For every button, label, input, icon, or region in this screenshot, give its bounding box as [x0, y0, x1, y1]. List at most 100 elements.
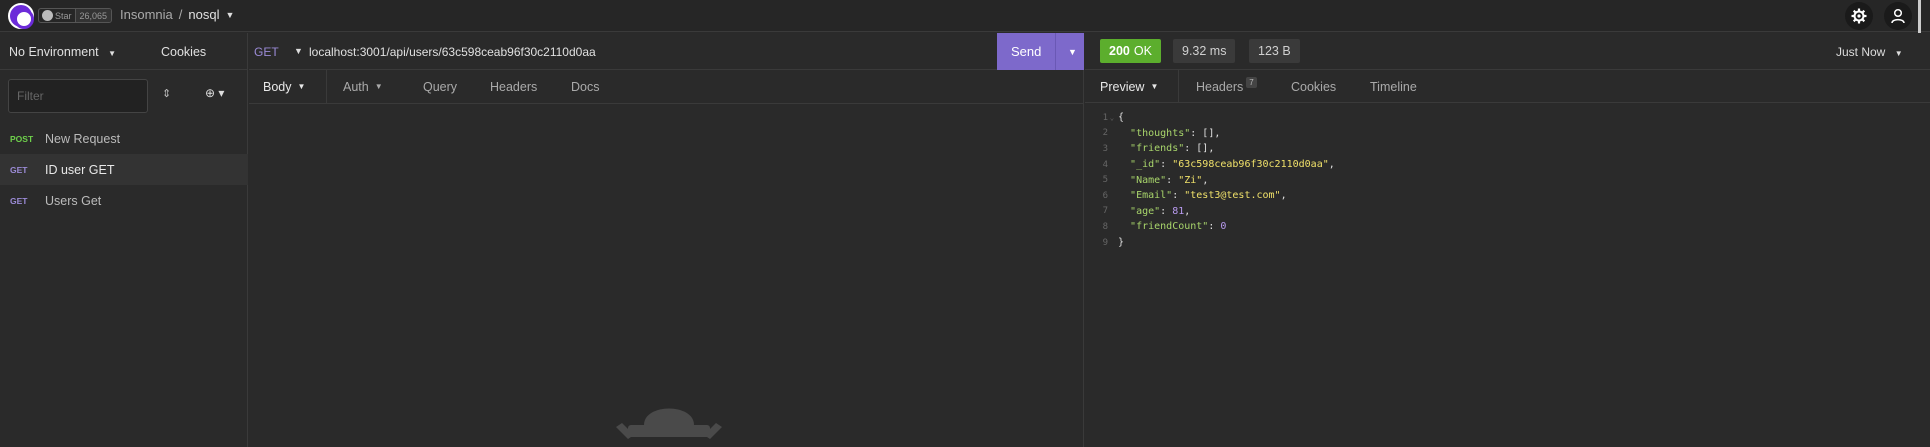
tab-response-cookies[interactable]: Cookies — [1291, 70, 1336, 103]
url-input[interactable]: localhost:3001/api/users/63c598ceab96f30… — [309, 45, 596, 59]
github-star-badge[interactable]: Star 26,065 — [38, 8, 113, 23]
tab-body[interactable]: Body ▼ — [263, 70, 305, 103]
environment-select[interactable]: No Environment ▼ — [9, 45, 116, 59]
code-content: "friends": [], — [1116, 143, 1214, 154]
code-token: 81 — [1172, 205, 1185, 217]
chevron-down-icon: ▼ — [1894, 49, 1903, 58]
cookies-button[interactable]: Cookies — [161, 45, 206, 59]
request-method: GET — [10, 164, 28, 175]
chevron-down-icon: ▼ — [1150, 82, 1159, 91]
account-button[interactable] — [1884, 2, 1912, 30]
empty-body-illustration-icon — [616, 408, 722, 439]
send-button[interactable]: Send ▼ — [997, 33, 1084, 70]
settings-button[interactable] — [1845, 2, 1873, 30]
chevron-down-icon: ▼ — [374, 82, 383, 91]
request-pane: GET ▼ localhost:3001/api/users/63c598cea… — [249, 33, 1084, 447]
tab-label: Auth — [343, 79, 369, 94]
response-body-viewer[interactable]: 1 ⌄{2 "thoughts": [], 3 "friends": [], 4 "_… — [1085, 110, 1930, 250]
code-content: "Email": "test3@test.com", — [1116, 190, 1287, 201]
code-token: : — [1172, 190, 1185, 202]
chevron-down-icon[interactable]: ▼ — [225, 10, 234, 20]
code-token: : [], — [1190, 127, 1221, 139]
method-select[interactable]: GET — [254, 45, 279, 59]
line-number: 5 — [1102, 175, 1108, 186]
headers-count-badge: 7 — [1246, 77, 1257, 88]
code-content: "Name": "Zi", — [1116, 175, 1208, 186]
chevron-down-icon[interactable]: ▼ — [294, 46, 303, 56]
response-tabs: Preview ▼ Headers 7 Cookies Timeline — [1085, 70, 1930, 103]
add-request-button[interactable]: ⊕ ▾ — [205, 86, 224, 100]
line-number: 9 — [1102, 237, 1108, 248]
code-line: 8 "friendCount": 0 — [1085, 219, 1930, 235]
code-token: "Name" — [1130, 174, 1167, 186]
request-name: New Request — [45, 131, 121, 146]
divider — [249, 103, 1084, 104]
tab-query[interactable]: Query — [423, 70, 457, 103]
tab-label: Headers — [490, 79, 538, 94]
code-line: 1 ⌄{ — [1085, 110, 1930, 126]
tab-label: Query — [423, 79, 458, 94]
code-token: 0 — [1220, 221, 1227, 233]
tab-label: Headers — [1196, 79, 1244, 94]
tab-label: Preview — [1100, 79, 1145, 94]
tab-timeline[interactable]: Timeline — [1370, 70, 1417, 103]
tab-response-headers[interactable]: Headers 7 — [1196, 70, 1257, 103]
breadcrumb-current[interactable]: nosql — [188, 7, 219, 22]
request-name: ID user GET — [45, 162, 115, 177]
code-token: { — [1118, 112, 1125, 124]
code-token: : — [1208, 221, 1221, 233]
response-history-select[interactable]: Just Now ▼ — [1836, 45, 1903, 59]
insomnia-app: Star 26,065 Insomnia / nosql ▼ No Enviro… — [0, 0, 1930, 447]
code-token: "Zi" — [1178, 174, 1203, 186]
status-text: OK — [1133, 44, 1152, 58]
request-item[interactable]: GET ID user GET — [0, 154, 248, 185]
code-token: : — [1160, 205, 1173, 217]
code-content: "age": 81, — [1116, 206, 1190, 217]
filter-input[interactable] — [8, 79, 148, 113]
request-item[interactable]: POST New Request — [0, 123, 248, 154]
fold-chevron-icon[interactable]: ⌄ — [1108, 114, 1116, 122]
tab-label: Docs — [571, 79, 600, 94]
code-token: , — [1280, 190, 1287, 202]
code-line: 7 "age": 81, — [1085, 204, 1930, 220]
code-content: "thoughts": [], — [1116, 128, 1220, 139]
status-code: 200 — [1109, 44, 1130, 58]
code-token: } — [1118, 237, 1125, 249]
request-method: POST — [10, 133, 34, 144]
request-item[interactable]: GET Users Get — [0, 185, 248, 216]
sort-icon[interactable]: ⇕ — [162, 87, 171, 100]
request-method: GET — [10, 195, 28, 206]
tab-divider — [326, 70, 327, 103]
code-content: "_id": "63c598ceab96f30c2110d0aa", — [1116, 159, 1335, 170]
code-line: 9} — [1085, 235, 1930, 251]
chevron-down-icon[interactable]: ▼ — [1055, 33, 1077, 70]
code-token: : — [1160, 159, 1173, 171]
code-line: 6 "Email": "test3@test.com", — [1085, 188, 1930, 204]
tab-preview[interactable]: Preview ▼ — [1100, 70, 1158, 103]
line-number: 3 — [1102, 143, 1108, 154]
environment-label: No Environment — [9, 45, 99, 59]
tab-headers[interactable]: Headers — [490, 70, 537, 103]
request-name: Users Get — [45, 193, 102, 208]
code-token: "friendCount" — [1130, 221, 1209, 233]
github-star-label: Star — [55, 10, 72, 21]
code-token: "test3@test.com" — [1184, 190, 1281, 202]
code-token: "age" — [1130, 205, 1161, 217]
gear-icon — [1851, 8, 1867, 24]
breadcrumb-parent[interactable]: Insomnia — [120, 7, 173, 22]
chevron-down-icon: ▼ — [297, 82, 306, 91]
code-token: : [], — [1184, 143, 1215, 155]
url-bar: GET ▼ localhost:3001/api/users/63c598cea… — [249, 33, 1084, 70]
breadcrumb: Insomnia / nosql ▼ — [120, 7, 234, 22]
response-size-badge: 123 B — [1249, 39, 1300, 63]
code-token: , — [1202, 174, 1209, 186]
insomnia-logo-icon[interactable] — [8, 3, 34, 29]
tab-docs[interactable]: Docs — [571, 70, 599, 103]
code-token: : — [1166, 174, 1179, 186]
breadcrumb-separator: / — [178, 7, 183, 22]
tab-auth[interactable]: Auth ▼ — [343, 70, 383, 103]
